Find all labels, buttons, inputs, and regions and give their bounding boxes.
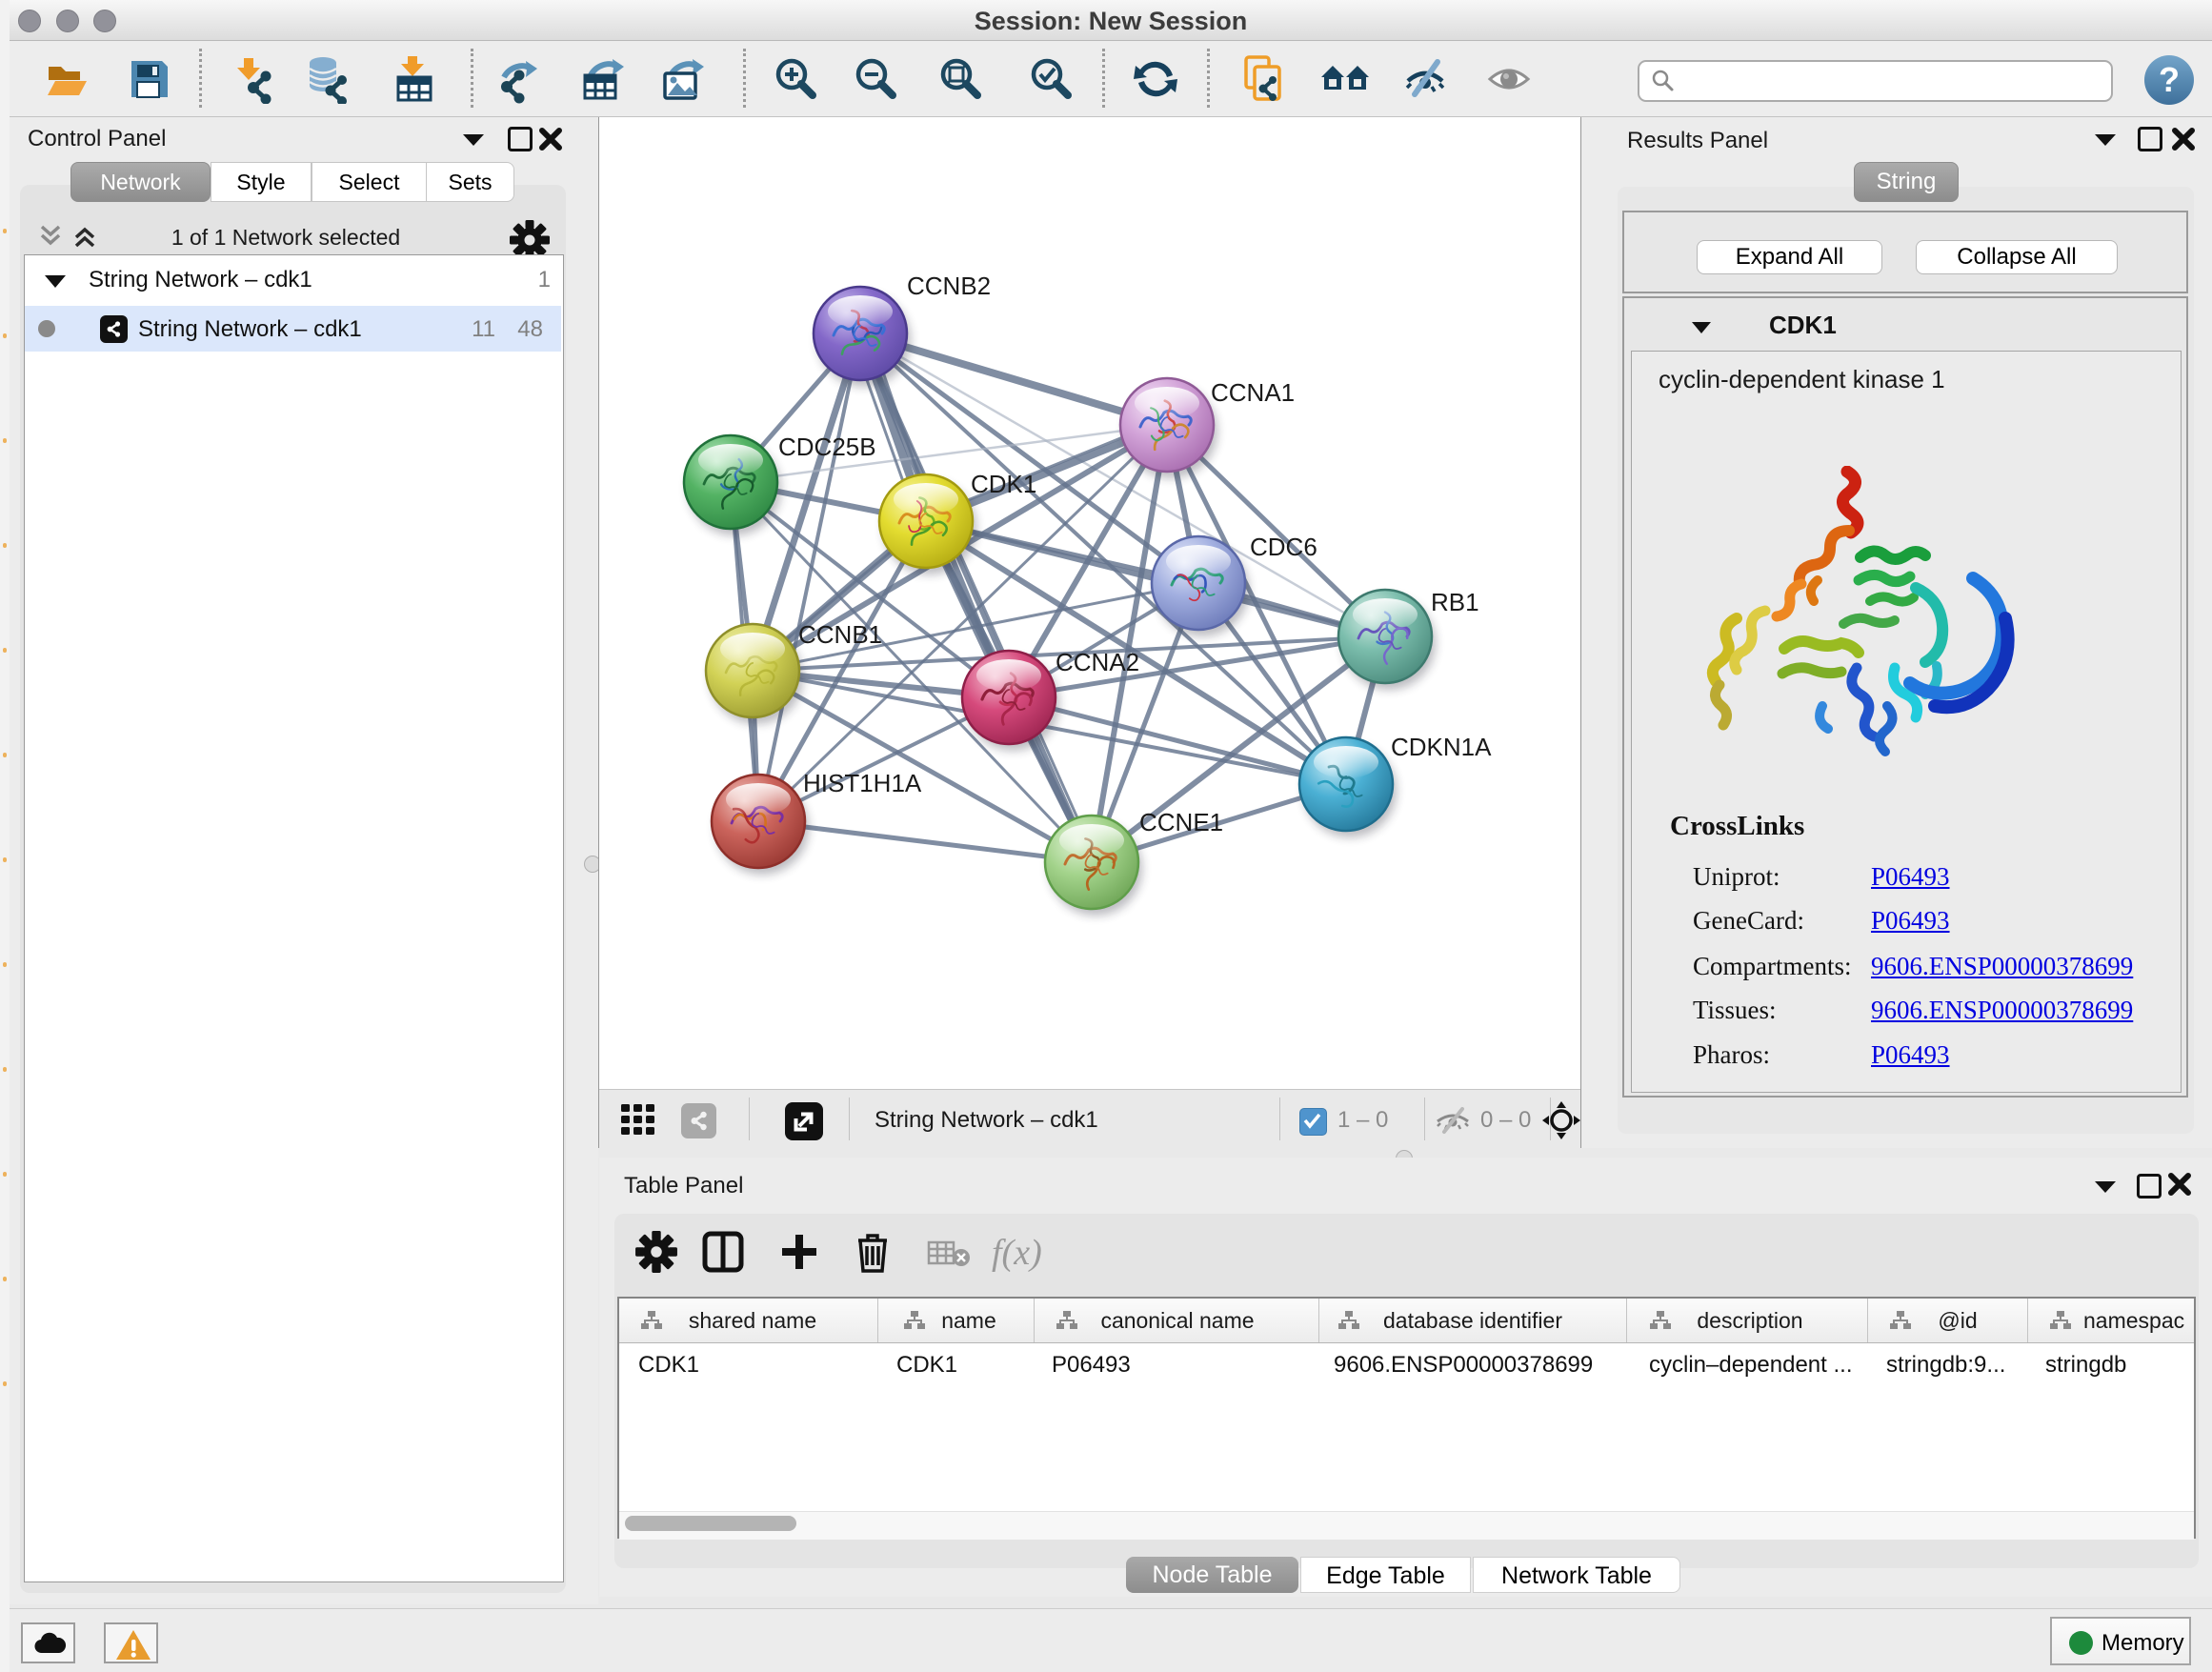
svg-text:CDC25B: CDC25B [778, 433, 876, 461]
svg-text:CCNE1: CCNE1 [1139, 808, 1223, 836]
svg-text:CDK1: CDK1 [971, 470, 1036, 498]
svg-text:CDC6: CDC6 [1250, 533, 1317, 561]
svg-text:CCNA1: CCNA1 [1211, 378, 1295, 407]
svg-text:CCNB1: CCNB1 [798, 620, 882, 649]
svg-text:RB1: RB1 [1431, 588, 1479, 616]
svg-text:HIST1H1A: HIST1H1A [803, 769, 922, 797]
svg-text:CCNB2: CCNB2 [907, 272, 991, 300]
svg-text:CCNA2: CCNA2 [1056, 648, 1139, 676]
svg-text:CDKN1A: CDKN1A [1391, 733, 1492, 761]
